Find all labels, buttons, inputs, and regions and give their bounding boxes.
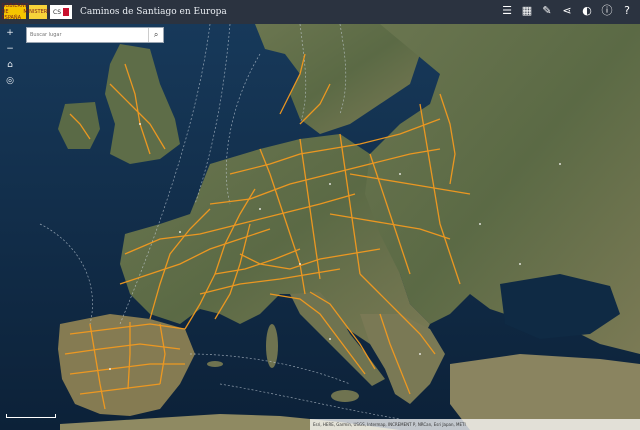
help-icon[interactable]: ?	[620, 4, 634, 18]
map-canvas[interactable]	[0, 24, 640, 430]
toolbar: ☰ ▦ ✎ ⋖ ◐ ⓘ ?	[500, 4, 634, 18]
locate-icon[interactable]: ◎	[4, 75, 16, 87]
sicily	[331, 390, 359, 402]
home-icon[interactable]: ⌂	[4, 59, 16, 71]
plus-icon[interactable]: +	[4, 27, 16, 39]
map-controls: + − ⌂ ◎	[3, 27, 17, 87]
balearic-islands	[207, 361, 223, 367]
grid-icon[interactable]: ▦	[520, 4, 534, 18]
search-box: ⌕	[26, 27, 164, 43]
list-icon[interactable]: ☰	[500, 4, 514, 18]
search-input[interactable]	[27, 29, 149, 41]
top-bar: GOBIERNO DE ESPAÑA MINISTERIO CS Caminos…	[0, 0, 640, 24]
measure-icon[interactable]: ✎	[540, 4, 554, 18]
search-icon[interactable]: ⌕	[148, 28, 163, 42]
scale-bar-line	[6, 414, 56, 418]
cs-logo-text: CS	[53, 8, 61, 16]
compass-icon[interactable]: ◐	[580, 4, 594, 18]
minus-icon[interactable]: −	[4, 43, 16, 55]
share-icon[interactable]: ⋖	[560, 4, 574, 18]
info-icon[interactable]: ⓘ	[600, 4, 614, 18]
app-title: Caminos de Santiago en Europa	[80, 7, 227, 17]
ministry-logo: MINISTERIO	[23, 5, 53, 19]
corsica-sardinia	[266, 324, 278, 368]
scale-bar	[6, 410, 66, 418]
logo-group: GOBIERNO DE ESPAÑA MINISTERIO CS	[1, 0, 72, 24]
cs-logo-mark	[63, 8, 69, 16]
attribution: Esri, HERE, Garmin, USGS, Intermap, INCR…	[310, 419, 640, 430]
ministry-logo-text: MINISTERIO	[23, 9, 53, 15]
cs-logo: CS	[50, 5, 72, 19]
